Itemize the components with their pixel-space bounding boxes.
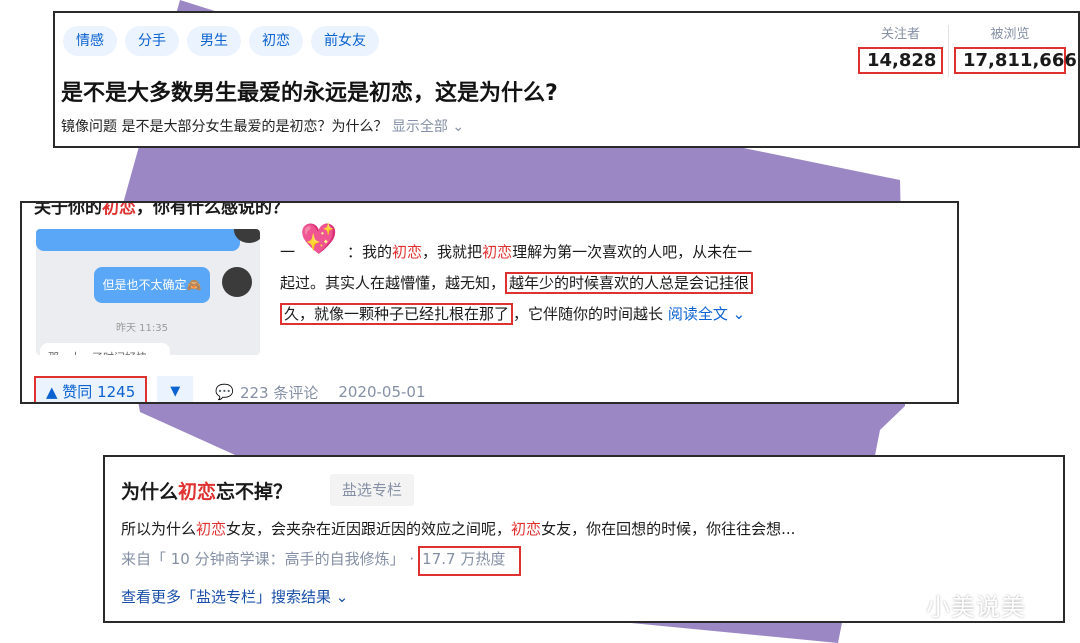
answer-actions: ▲ 赞同 1245 ▼ 💬 223 条评论 2020-05-01: [34, 375, 426, 403]
comment-icon[interactable]: 💬: [215, 383, 234, 401]
answer-date: 2020-05-01: [338, 383, 426, 401]
excerpt-highlight: 初恋: [511, 520, 542, 538]
answer-text-part: 理解为第一次喜欢的人吧，从未在一: [512, 243, 753, 261]
followers-label: 关注者: [880, 27, 920, 42]
article-title-highlight: 初恋: [178, 481, 217, 503]
source-text: 来自「 10 分钟商学课：高手的自我修炼」 ·: [121, 550, 415, 568]
answer-text-part: ，我就把: [422, 243, 483, 261]
question-header-card: 情感 分手 男生 初恋 前女友 是不是大多数男生最爱的永远是初恋，这是为什么? …: [53, 11, 1080, 148]
question-title[interactable]: 是不是大多数男生最爱的永远是初恋，这是为什么?: [61, 75, 558, 107]
followers-count: 14,828: [858, 47, 943, 74]
answer-title-part: 关于你的: [34, 201, 102, 218]
downvote-button[interactable]: ▼: [157, 376, 194, 402]
answer-text-part: ：我的: [347, 243, 393, 261]
chat-bubble: 但是也不太确定🙈: [94, 267, 210, 303]
answer-text-part: 起过。其实人在越懵懂，越无知，: [280, 274, 506, 292]
article-title-part: 忘不掉？: [216, 481, 293, 503]
answer-text-part: 一: [280, 243, 296, 261]
answer-title[interactable]: 关于你的初恋，你有什么感说的？: [34, 201, 289, 218]
chat-timestamp: 昨天 11:35: [116, 323, 168, 334]
highlighted-quote: 久，就像一颗种子已经扎根在那了: [280, 303, 514, 325]
more-results-link[interactable]: 查看更多「盐选专栏」搜索结果 ⌄: [121, 586, 348, 607]
show-all-link[interactable]: 显示全部 ⌄: [392, 119, 464, 135]
sparkling-heart-icon: 💖: [300, 222, 338, 257]
topic-tag[interactable]: 前女友: [311, 26, 379, 56]
views-count: 17,811,666: [954, 47, 1077, 74]
comment-count[interactable]: 223 条评论: [240, 382, 318, 403]
answer-text-part: ，它伴随你的时间越长: [513, 305, 664, 323]
answer-text-highlight: 初恋: [392, 243, 423, 261]
answer-text-highlight: 初恋: [482, 243, 513, 261]
watermark: 小美说美: [926, 593, 1026, 621]
heat-count: 17.7 万热度: [418, 546, 522, 576]
answer-excerpt[interactable]: 一：我的初恋，我就把初恋理解为第一次喜欢的人吧，从未在一 起过。其实人在越懵懂，…: [280, 237, 820, 330]
column-badge: 盐选专栏: [330, 474, 415, 506]
read-more-link[interactable]: 阅读全文 ⌄: [668, 305, 745, 323]
mirror-question-text[interactable]: 镜像问题 是不是大部分女生最爱的是初恋？为什么？: [61, 119, 387, 135]
answer-thumbnail[interactable]: 但是也不太确定🙈 昨天 11:35 那一十一了时间好快: [36, 229, 260, 355]
chat-bubble-bottom: 那一十一了时间好快: [40, 343, 170, 355]
excerpt-part: 女友，你在回想的时候，你往往会想...: [541, 520, 796, 538]
answer-card: 关于你的初恋，你有什么感说的？ 但是也不太确定🙈 昨天 11:35 那一十一了时…: [20, 201, 959, 404]
excerpt-part: 女友，会夹杂在近因跟近因的效应之间呢，: [226, 520, 512, 538]
views-label: 被浏览: [990, 27, 1030, 42]
answer-title-highlight: 初恋: [102, 201, 136, 218]
followers-stat[interactable]: 关注者 14,828: [858, 23, 943, 74]
column-article-card: 为什么初恋忘不掉？ 盐选专栏 所以为什么初恋女友，会夹杂在近因跟近因的效应之间呢…: [103, 455, 1065, 623]
article-title[interactable]: 为什么初恋忘不掉？: [121, 477, 292, 504]
answer-title-part: ，你有什么感说的？: [136, 201, 289, 218]
topic-tag[interactable]: 情感: [63, 26, 117, 56]
mirror-question: 镜像问题 是不是大部分女生最爱的是初恋？为什么？ 显示全部 ⌄: [61, 116, 464, 136]
highlighted-quote: 越年少的时候喜欢的人总是会记挂很: [505, 272, 754, 294]
avatar: [222, 267, 252, 297]
chat-bubble-top: [36, 229, 240, 251]
topic-tag[interactable]: 男生: [187, 26, 241, 56]
topic-tags: 情感 分手 男生 初恋 前女友: [63, 26, 379, 56]
topic-tag[interactable]: 分手: [125, 26, 179, 56]
article-excerpt[interactable]: 所以为什么初恋女友，会夹杂在近因跟近因的效应之间呢，初恋女友，你在回想的时候，你…: [121, 518, 795, 539]
article-source: 来自「 10 分钟商学课：高手的自我修炼」 · 17.7 万热度: [121, 546, 522, 576]
topic-tag[interactable]: 初恋: [249, 26, 303, 56]
stats-divider: [948, 25, 949, 77]
excerpt-highlight: 初恋: [196, 520, 227, 538]
excerpt-part: 所以为什么: [121, 520, 197, 538]
article-title-part: 为什么: [121, 481, 179, 503]
upvote-button[interactable]: ▲ 赞同 1245: [34, 376, 148, 402]
views-stat: 被浏览 17,811,666: [954, 23, 1077, 74]
